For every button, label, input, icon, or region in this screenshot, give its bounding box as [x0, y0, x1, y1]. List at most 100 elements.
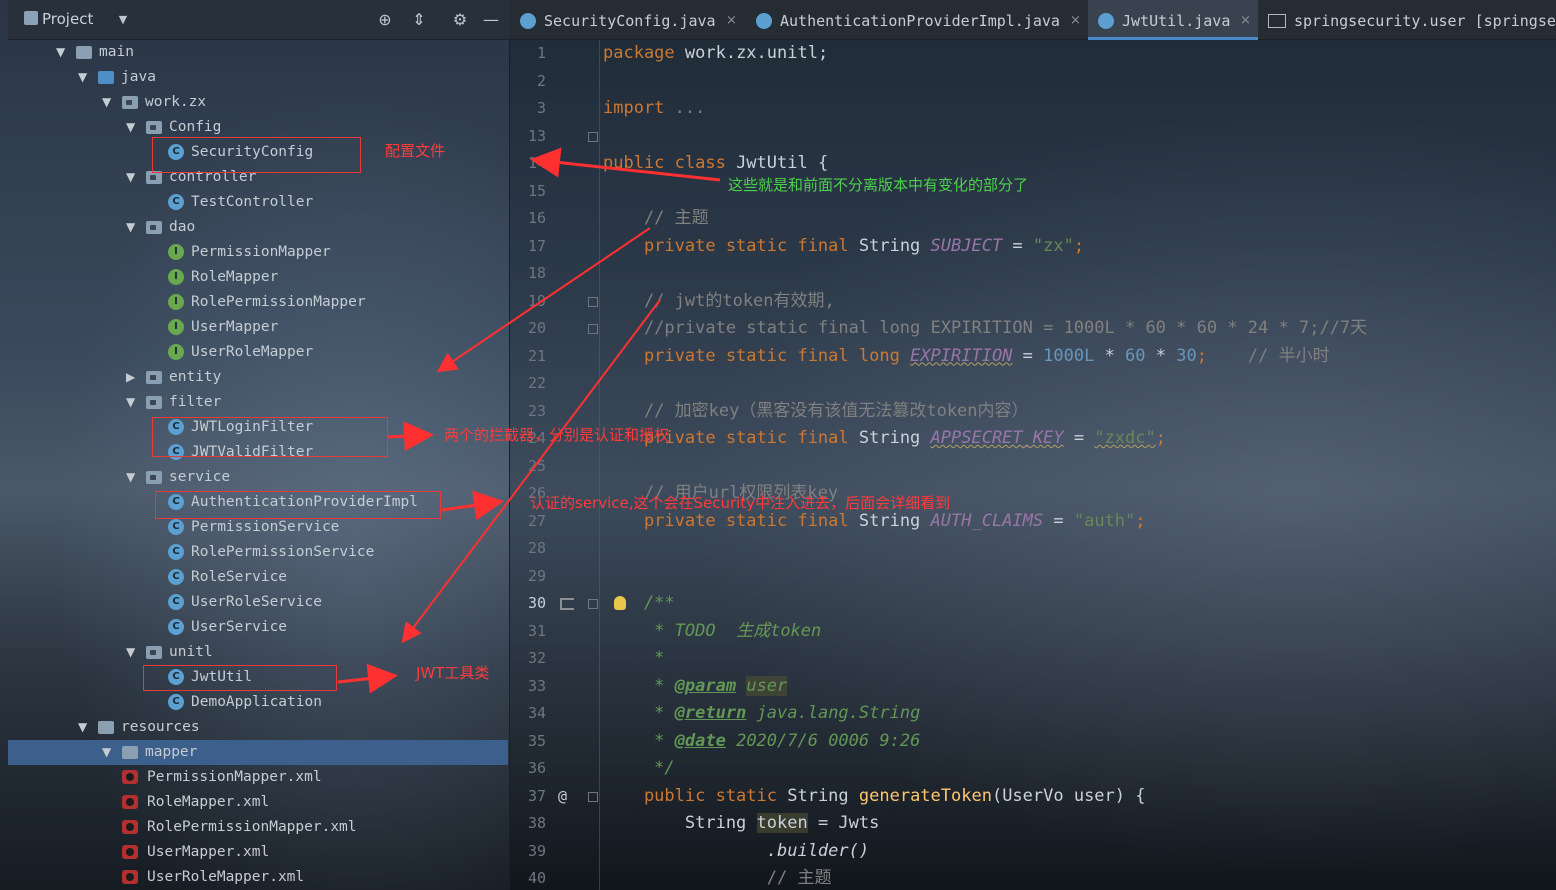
- tree-item[interactable]: ▼ resources: [0, 715, 500, 740]
- tree-item[interactable]: C UserService: [0, 615, 500, 640]
- tab-springsecurity-user[interactable]: springsecurity.user [springsec: [1260, 0, 1556, 40]
- code-token: public class: [603, 153, 726, 173]
- tree-item[interactable]: ▼ service: [0, 465, 500, 490]
- fold-marker-icon[interactable]: [588, 324, 598, 334]
- chevron-down-icon[interactable]: ▼: [78, 65, 87, 90]
- tree-item[interactable]: C UserRoleService: [0, 590, 500, 615]
- tree-item-label: java: [121, 69, 156, 85]
- tree-item[interactable]: ▼ filter: [0, 390, 500, 415]
- code-token: private static final: [603, 510, 849, 531]
- code-token: */: [603, 758, 675, 778]
- code-line[interactable]: private static final String SUBJECT = "z…: [603, 233, 1084, 261]
- xml-file-icon: [122, 845, 138, 859]
- collapse-icon[interactable]: ⇕: [408, 9, 430, 31]
- code-line[interactable]: /**: [603, 590, 675, 618]
- tree-item[interactable]: RoleMapper.xml: [0, 790, 500, 815]
- code-line[interactable]: *: [603, 645, 664, 673]
- tree-item[interactable]: ▼ mapper: [0, 740, 500, 765]
- chevron-down-icon[interactable]: ▼: [112, 9, 134, 31]
- chevron-down-icon[interactable]: ▼: [78, 715, 87, 740]
- chevron-down-icon[interactable]: ▼: [126, 390, 135, 415]
- close-icon[interactable]: ×: [1240, 0, 1251, 42]
- code-line[interactable]: // 加密key（黑客没有该值无法篡改token内容）: [603, 398, 1029, 426]
- tree-item[interactable]: ▶ entity: [0, 365, 500, 390]
- tab-authenticationproviderimpl[interactable]: AuthenticationProviderImpl.java ×: [746, 0, 1082, 40]
- code-line[interactable]: * @return java.lang.String: [603, 700, 920, 728]
- line-number: 1: [536, 44, 546, 62]
- fold-marker-icon[interactable]: [588, 296, 598, 307]
- folder-icon: [122, 746, 138, 759]
- tree-item[interactable]: PermissionMapper.xml: [0, 765, 500, 790]
- chevron-down-icon[interactable]: ▼: [126, 465, 135, 490]
- code-token: ;: [1073, 235, 1085, 256]
- chevron-right-icon[interactable]: ▶: [126, 365, 135, 390]
- tree-item[interactable]: C DemoApplication: [0, 690, 500, 715]
- chevron-down-icon[interactable]: ▼: [126, 215, 135, 240]
- code-token: java.lang.String: [746, 703, 921, 723]
- code-line[interactable]: import ...: [603, 95, 705, 123]
- chevron-down-icon[interactable]: ▼: [56, 40, 65, 65]
- annotation-changes: 这些就是和前面不分离版本中有变化的部分了: [728, 176, 1029, 194]
- gear-icon[interactable]: ⚙: [449, 9, 471, 31]
- fold-marker-icon[interactable]: [588, 599, 598, 609]
- chevron-down-icon[interactable]: ▼: [126, 640, 135, 665]
- code-token: (UserVo user) {: [991, 785, 1146, 806]
- tree-item[interactable]: RolePermissionMapper.xml: [0, 815, 500, 840]
- line-number: 3: [536, 99, 546, 117]
- highlight-box-securityconfig: [152, 137, 361, 173]
- close-icon[interactable]: ×: [1070, 0, 1081, 42]
- tree-item[interactable]: ▼ work.zx: [0, 90, 500, 115]
- code-line[interactable]: // 主题: [603, 205, 709, 233]
- close-icon[interactable]: ×: [726, 0, 737, 42]
- code-line[interactable]: * TODO 生成token: [603, 618, 821, 646]
- chevron-down-icon[interactable]: ▼: [102, 90, 111, 115]
- tree-item[interactable]: C RoleService: [0, 565, 500, 590]
- tree-item[interactable]: ▼ main: [0, 40, 500, 65]
- code-line[interactable]: * @param user: [603, 673, 788, 701]
- code-line[interactable]: public static String generateToken(UserV…: [603, 783, 1146, 811]
- code-token: .builder(): [603, 840, 870, 861]
- fold-marker-icon[interactable]: [588, 791, 598, 802]
- code-line[interactable]: // 主题: [603, 865, 832, 890]
- code-token: *: [603, 620, 675, 641]
- highlight-box-service: [155, 491, 441, 519]
- crosshair-icon[interactable]: ⊕: [374, 9, 396, 31]
- chevron-down-icon[interactable]: ▼: [126, 165, 135, 190]
- tree-item[interactable]: I RoleMapper: [0, 265, 500, 290]
- chevron-down-icon[interactable]: ▼: [126, 115, 135, 140]
- code-line[interactable]: .builder(): [603, 838, 869, 866]
- code-line[interactable]: private static final long EXPIRITION = 1…: [603, 343, 1330, 371]
- code-line[interactable]: String token = Jwts: [603, 810, 879, 838]
- code-line[interactable]: // jwt的token有效期,: [603, 288, 835, 316]
- code-line[interactable]: package work.zx.unitl;: [603, 40, 828, 68]
- tree-item-label: work.zx: [145, 94, 207, 110]
- code-line[interactable]: //private static final long EXPIRITION =…: [603, 315, 1367, 343]
- fold-marker-icon[interactable]: [588, 131, 598, 142]
- code-token: @return: [674, 703, 747, 723]
- tab-jwtutil[interactable]: JwtUtil.java ×: [1088, 0, 1258, 40]
- class-icon: C: [168, 569, 184, 585]
- tree-item[interactable]: I UserMapper: [0, 315, 500, 340]
- tree-item[interactable]: I PermissionMapper: [0, 240, 500, 265]
- tree-item-label: UserRoleService: [191, 594, 322, 610]
- code-editor[interactable]: SecurityConfig.java × AuthenticationProv…: [510, 0, 1556, 890]
- package-icon: [146, 396, 162, 409]
- tree-item[interactable]: I RolePermissionMapper: [0, 290, 500, 315]
- tree-item[interactable]: UserMapper.xml: [0, 840, 500, 865]
- code-token: // 加密key（黑客没有该值无法篡改token内容）: [603, 400, 1029, 421]
- tree-item[interactable]: I UserRoleMapper: [0, 340, 500, 365]
- tree-item[interactable]: ▼ java: [0, 65, 500, 90]
- tree-item[interactable]: C RolePermissionService: [0, 540, 500, 565]
- tree-item[interactable]: ▼ dao: [0, 215, 500, 240]
- minimize-icon[interactable]: —: [480, 9, 502, 31]
- tree-item[interactable]: UserRoleMapper.xml: [0, 865, 500, 890]
- code-line[interactable]: */: [603, 755, 675, 783]
- chevron-down-icon[interactable]: ▼: [102, 740, 111, 765]
- tab-securityconfig[interactable]: SecurityConfig.java ×: [510, 0, 740, 40]
- code-line[interactable]: private static final String APPSECRET_KE…: [603, 425, 1166, 453]
- override-marker-icon[interactable]: @: [558, 783, 567, 811]
- code-line[interactable]: * @date 2020/7/6 0006 9:26: [603, 728, 920, 756]
- tree-item[interactable]: C TestController: [0, 190, 500, 215]
- project-panel-title[interactable]: Project: [42, 10, 93, 28]
